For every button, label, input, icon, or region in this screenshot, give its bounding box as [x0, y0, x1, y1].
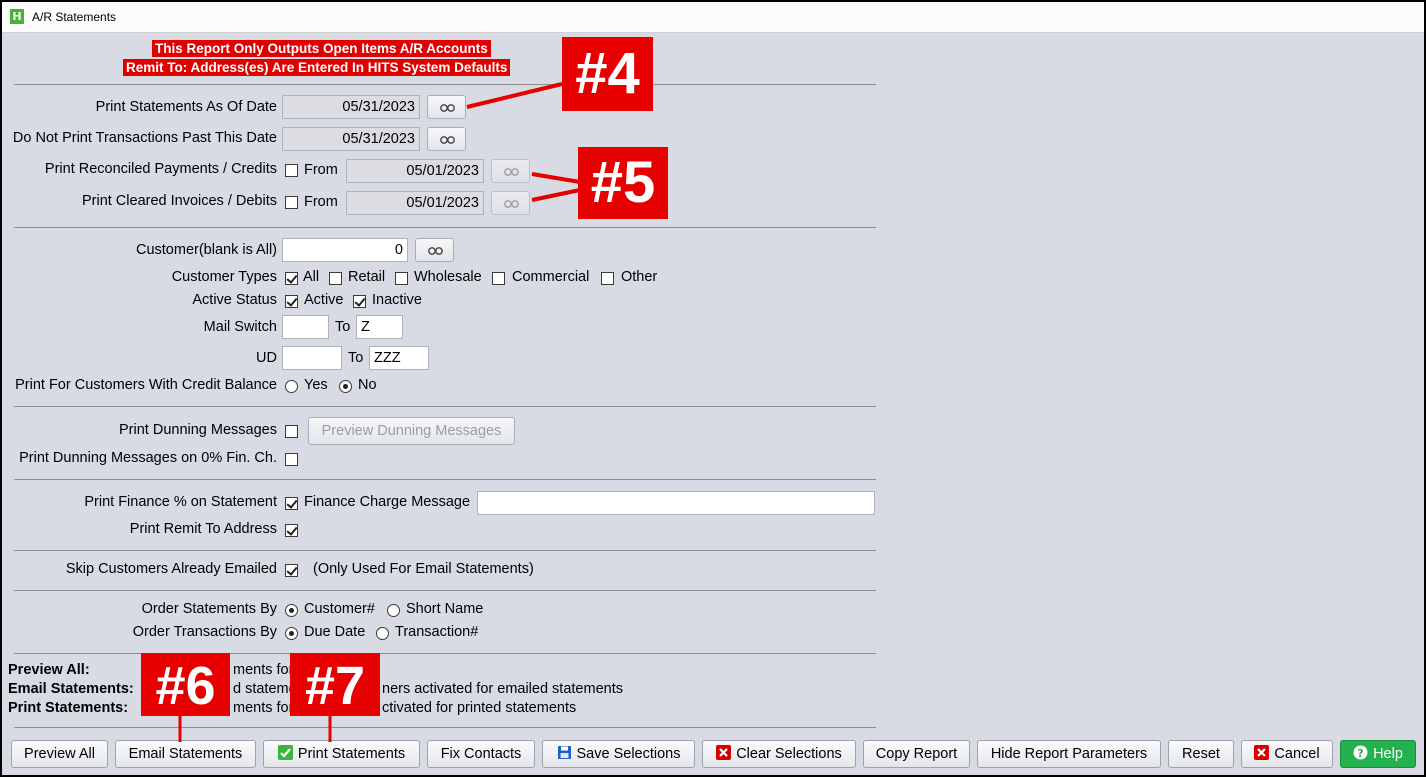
- ar-statements-window: H A/R Statements This Report Only Output…: [0, 0, 1426, 777]
- annotation-5: #5: [578, 147, 668, 219]
- annotation-6: #6: [141, 653, 230, 716]
- annotation-7: #7: [290, 653, 380, 716]
- annotation-4: #4: [562, 37, 653, 111]
